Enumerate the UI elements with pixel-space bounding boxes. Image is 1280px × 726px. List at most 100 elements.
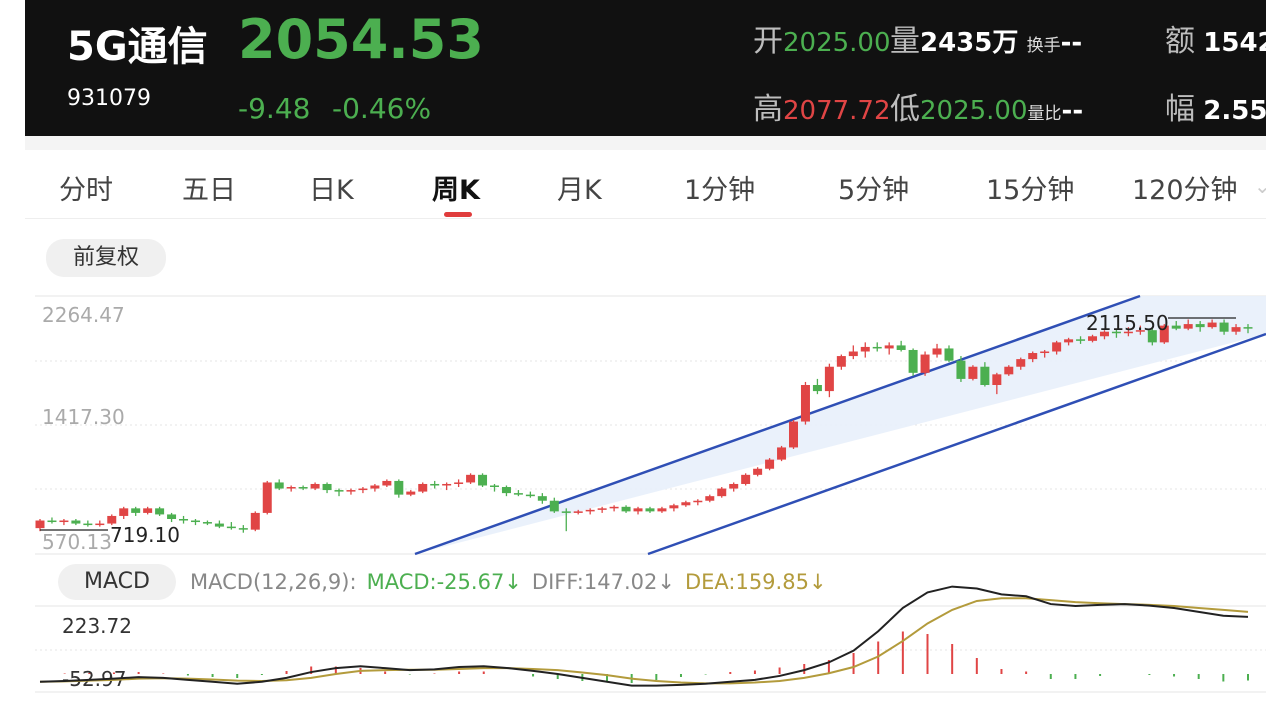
candle-body [370, 485, 380, 489]
candle-body [513, 493, 523, 495]
candle-body [669, 505, 679, 509]
candle-body [167, 514, 177, 519]
candle-body [322, 483, 332, 491]
candle-body [274, 482, 284, 489]
candle-body [334, 490, 344, 492]
macd-params: MACD(12,26,9): [190, 570, 357, 594]
candle-body [155, 508, 165, 515]
candle-body [597, 508, 607, 510]
candle-body [59, 520, 69, 523]
candle-body [501, 487, 511, 494]
candle-body [777, 447, 787, 460]
candle-body [896, 345, 906, 350]
candle-body [980, 366, 990, 385]
candle-body [753, 468, 763, 475]
candle-body [968, 366, 978, 379]
macd-readout: MACD(12,26,9): MACD:-25.67↓ DIFF:147.02↓ DE… [190, 570, 837, 594]
candle-body [143, 508, 153, 513]
candle-body [609, 506, 619, 509]
diff-value: DIFF:147.02↓ [531, 570, 675, 594]
candle-body [454, 482, 464, 484]
candle-body [1207, 322, 1217, 328]
candle-body [119, 508, 129, 516]
dea-value: DEA:159.85↓ [684, 570, 827, 594]
candle-body [418, 483, 428, 492]
candle-body [202, 522, 212, 524]
candle-body [872, 346, 882, 349]
candle-body [1088, 336, 1098, 341]
candle-body [1064, 339, 1074, 343]
candle-body [800, 384, 810, 422]
candle-body [310, 483, 320, 489]
y-tick-label: 1417.30 [42, 405, 125, 429]
candle-body [1052, 342, 1062, 352]
candle-body [478, 474, 488, 486]
candle-body [633, 508, 643, 512]
candle-body [1183, 324, 1193, 329]
candle-body [1040, 351, 1050, 354]
candle-body [262, 482, 272, 513]
candle-body [585, 509, 595, 512]
candle-body [657, 508, 667, 512]
candle-body [131, 508, 141, 513]
candle-body [573, 511, 583, 513]
candle-body [717, 488, 727, 497]
candle-body [705, 496, 715, 501]
candle-body [489, 485, 499, 488]
y-tick-label: 570.13 [42, 530, 112, 554]
candle-body [920, 354, 930, 373]
candle-body [226, 526, 236, 529]
candle-body [430, 483, 440, 486]
y-tick-label: 2264.47 [42, 303, 125, 327]
candle-body [298, 487, 308, 489]
candle-body [250, 512, 260, 530]
candle-body [693, 500, 703, 503]
candle-body [214, 523, 224, 527]
dea-line [39, 597, 1249, 685]
candle-body [908, 349, 918, 373]
candle-body [812, 384, 822, 392]
candle-body [525, 494, 535, 497]
candle-body [992, 374, 1002, 385]
candle-body [884, 345, 894, 349]
candle-body [71, 520, 81, 524]
candle-body [561, 511, 571, 513]
candle-body [1028, 353, 1038, 360]
candle-body [729, 483, 739, 489]
candle-body [190, 520, 200, 523]
candle-body [1243, 327, 1253, 329]
candle-body [1076, 339, 1086, 341]
candle-body [358, 488, 368, 491]
candle-body [1171, 325, 1181, 329]
candle-body [1016, 359, 1026, 367]
macd-value: MACD:-25.67↓ [366, 570, 522, 594]
candle-body [1195, 324, 1205, 328]
candle-body [645, 508, 655, 512]
candle-body [681, 502, 691, 506]
candle-body [442, 483, 452, 486]
candle-body [346, 490, 356, 492]
candle-body [179, 518, 189, 521]
candle-body [549, 500, 559, 512]
candle-body [789, 421, 799, 448]
kline-chart: 2264.471417.30570.13719.102115.50223.72-… [35, 294, 1267, 693]
candle-body [836, 356, 846, 367]
candle-body [286, 487, 296, 489]
min-price-label: 719.10 [110, 523, 180, 547]
macd-button[interactable]: MACD [58, 564, 176, 600]
candle-body [537, 496, 547, 501]
candle-body [1231, 327, 1241, 332]
candle-body [1004, 366, 1014, 375]
candle-body [95, 523, 105, 526]
candle-body [860, 346, 870, 352]
candle-body [932, 348, 942, 355]
candle-body [765, 459, 775, 469]
candle-body [47, 520, 57, 523]
candle-body [848, 351, 858, 357]
candle-body [83, 523, 93, 526]
candle-body [741, 474, 751, 484]
candle-body [238, 528, 248, 530]
candle-body [944, 348, 954, 361]
candle-body [1219, 322, 1229, 332]
candle-body [382, 480, 392, 486]
